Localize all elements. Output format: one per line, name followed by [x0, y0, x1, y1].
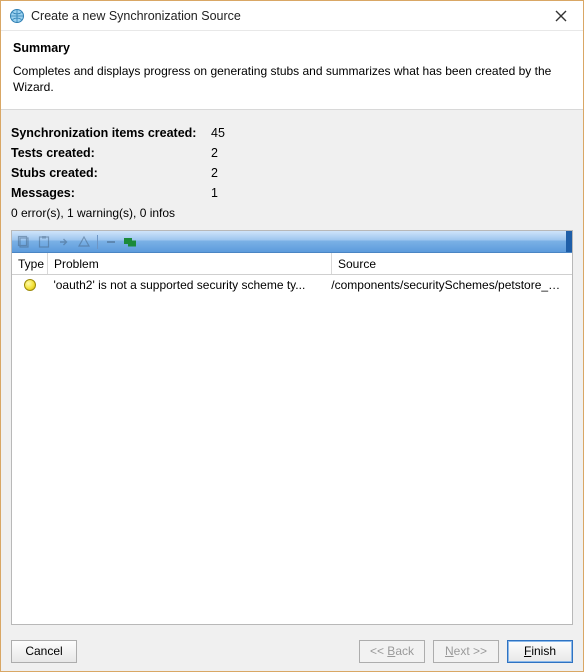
- stat-messages: Messages: 1: [11, 186, 573, 200]
- paste-icon[interactable]: [36, 234, 52, 250]
- summary-stats: Synchronization items created: 45 Tests …: [11, 120, 573, 228]
- content-area: Synchronization items created: 45 Tests …: [1, 110, 583, 631]
- wizard-header: Summary Completes and displays progress …: [1, 31, 583, 110]
- page-title: Summary: [13, 41, 571, 55]
- table-row[interactable]: 'oauth2' is not a supported security sch…: [12, 275, 572, 295]
- warning-filter-icon[interactable]: [76, 234, 92, 250]
- stat-value: 45: [211, 126, 225, 140]
- window-title: Create a new Synchronization Source: [31, 9, 547, 23]
- stat-value: 1: [211, 186, 218, 200]
- stat-label: Messages:: [11, 186, 211, 200]
- stat-sync-items: Synchronization items created: 45: [11, 126, 573, 140]
- row-problem-cell: 'oauth2' is not a supported security sch…: [47, 278, 325, 292]
- page-description: Completes and displays progress on gener…: [13, 63, 571, 95]
- titlebar: Create a new Synchronization Source: [1, 1, 583, 31]
- column-source[interactable]: Source: [332, 253, 572, 274]
- globe-icon: [9, 8, 25, 24]
- stat-label: Stubs created:: [11, 166, 211, 180]
- row-source-cell: /components/securitySchemes/petstore_aut…: [325, 278, 572, 292]
- stat-label: Tests created:: [11, 146, 211, 160]
- next-button: Next >>: [433, 640, 499, 663]
- collapse-icon[interactable]: [103, 234, 119, 250]
- stat-value: 2: [211, 166, 218, 180]
- messages-toolbar: [12, 231, 572, 253]
- close-button[interactable]: [547, 5, 575, 27]
- messages-panel: Type Problem Source 'oauth2' is not a su…: [11, 230, 573, 625]
- cancel-button[interactable]: Cancel: [11, 640, 77, 663]
- copy-icon[interactable]: [16, 234, 32, 250]
- arrow-right-icon[interactable]: [56, 234, 72, 250]
- wizard-button-bar: Cancel << Back Next >> Finish: [1, 631, 583, 671]
- messages-table-body[interactable]: 'oauth2' is not a supported security sch…: [12, 275, 572, 624]
- messages-summary: 0 error(s), 1 warning(s), 0 infos: [11, 206, 573, 220]
- stat-tests: Tests created: 2: [11, 146, 573, 160]
- toolbar-separator: [97, 235, 98, 249]
- back-button: << Back: [359, 640, 425, 663]
- messages-table-header: Type Problem Source: [12, 253, 572, 275]
- stat-label: Synchronization items created:: [11, 126, 211, 140]
- stat-stubs: Stubs created: 2: [11, 166, 573, 180]
- row-type-cell: [12, 279, 47, 291]
- column-type[interactable]: Type: [12, 253, 48, 274]
- close-icon: [555, 10, 567, 22]
- warning-icon: [24, 279, 36, 291]
- finish-button[interactable]: Finish: [507, 640, 573, 663]
- cascade-icon[interactable]: [123, 234, 139, 250]
- stat-value: 2: [211, 146, 218, 160]
- column-problem[interactable]: Problem: [48, 253, 332, 274]
- wizard-window: Create a new Synchronization Source Summ…: [0, 0, 584, 672]
